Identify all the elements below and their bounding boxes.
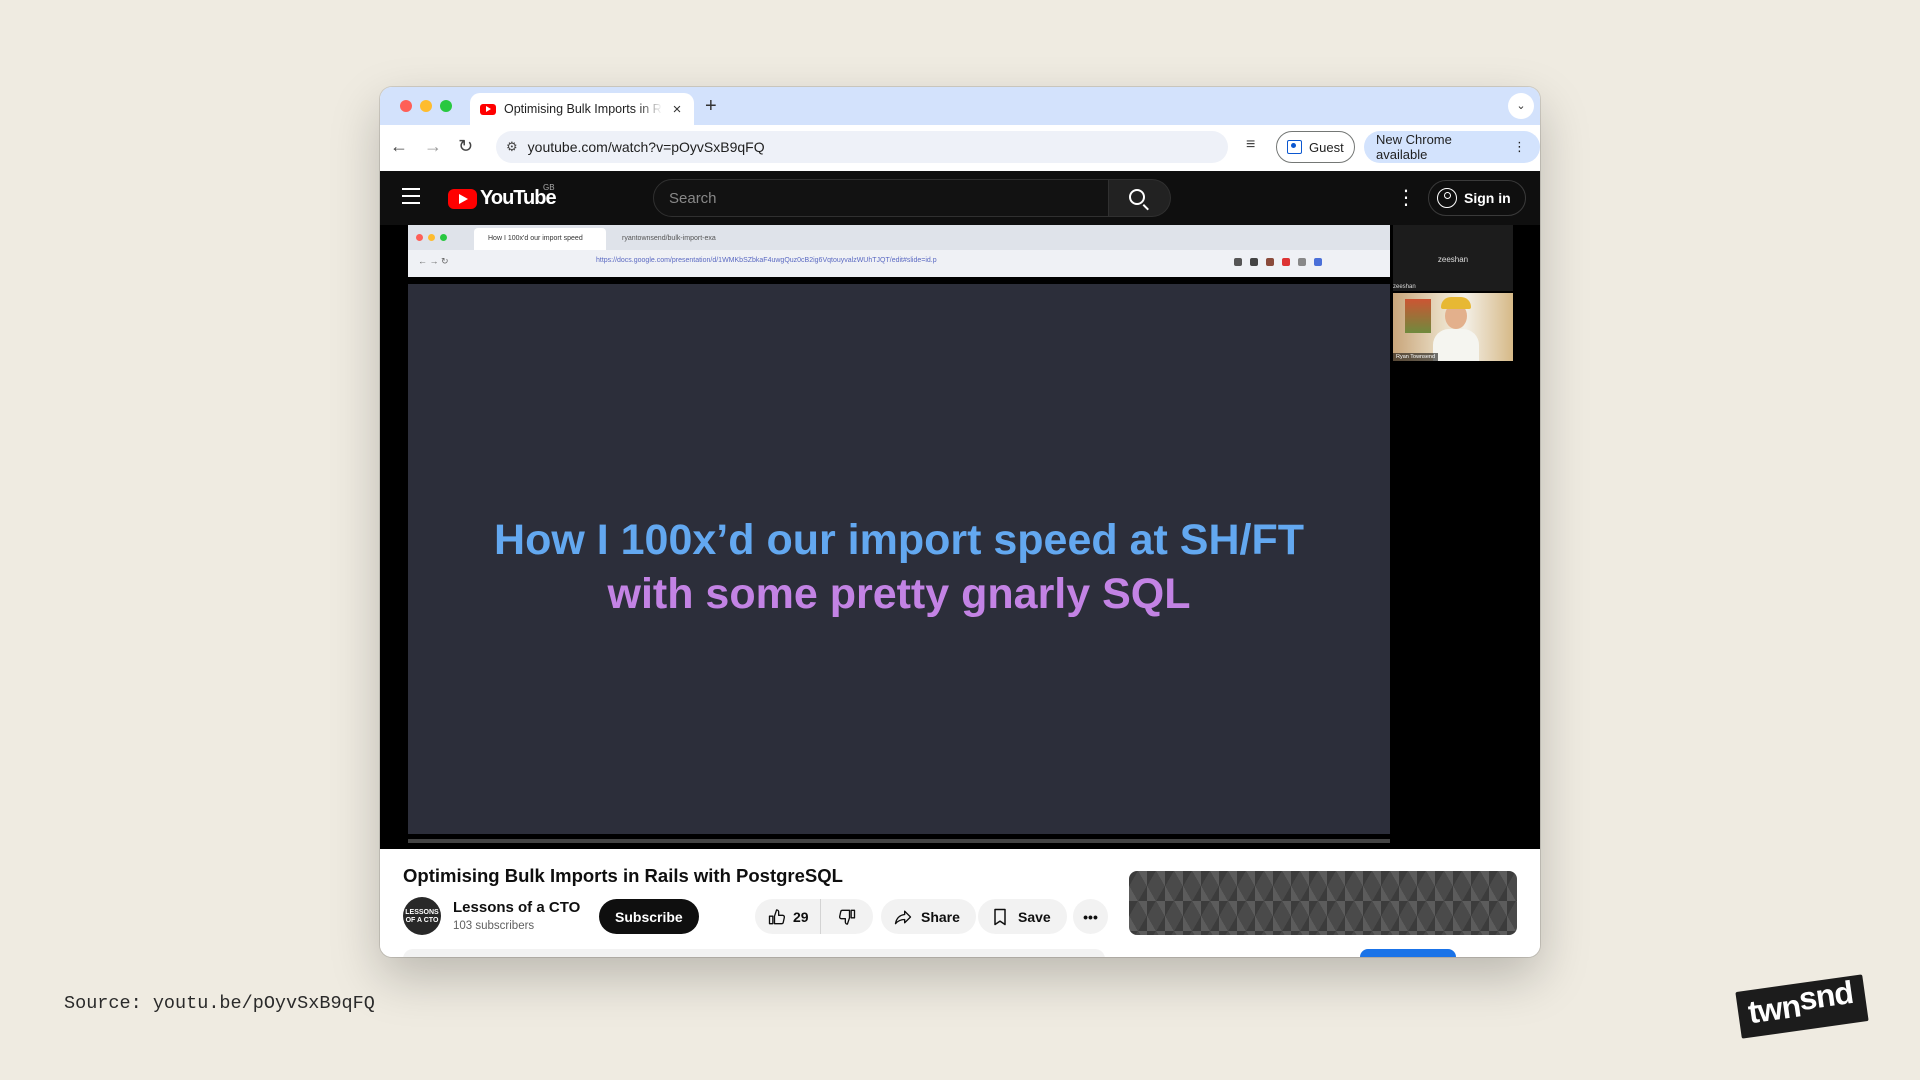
youtube-logo[interactable]: YouTube (448, 187, 557, 210)
recorded-url: https://docs.google.com/presentation/d/1… (596, 257, 937, 264)
recorded-minimize-dot (428, 234, 435, 241)
browser-toolbar: ← → ↻ ⚙ youtube.com/watch?v=pOyvSxB9qFQ … (380, 125, 1540, 171)
search-placeholder: Search (669, 189, 717, 207)
account-icon (1437, 188, 1457, 208)
presentation-slide: How I 100x’d our import speed at SH/FT w… (408, 284, 1390, 834)
webcam-poster (1405, 299, 1431, 333)
video-info: Optimising Bulk Imports in Rails with Po… (380, 849, 1540, 957)
tab-title: Optimising Bulk Imports in Rails with Po… (504, 102, 662, 116)
recorded-close-dot (416, 234, 423, 241)
search-button[interactable] (1109, 179, 1171, 217)
recorded-tab-strip: How I 100x'd our import speed ryantownse… (408, 225, 1390, 250)
forward-arrow-icon[interactable]: → (424, 136, 442, 157)
subscriber-count: 103 subscribers (453, 920, 535, 932)
guest-profile-button[interactable]: Guest (1276, 131, 1355, 163)
video-progress-bar[interactable] (408, 839, 1390, 843)
kebab-menu-icon: ⋮ (1513, 139, 1526, 154)
url-text: youtube.com/watch?v=pOyvSxB9qFQ (527, 139, 765, 155)
media-controls-icon[interactable]: ≡ (1246, 136, 1255, 154)
share-arrow-icon (894, 910, 912, 924)
webcam-person (1433, 329, 1479, 361)
settings-more-icon[interactable]: ⋮ (1396, 185, 1416, 210)
channel-avatar[interactable]: LESSONS OF A CTO (403, 897, 441, 935)
browser-window: Optimising Bulk Imports in Rails with Po… (380, 87, 1540, 957)
active-tab[interactable]: Optimising Bulk Imports in Rails with Po… (470, 93, 694, 125)
recorded-extension-icon (1234, 258, 1242, 266)
like-dislike-group: 29 (755, 899, 873, 934)
save-label: Save (1018, 908, 1051, 925)
slide-title-line1: How I 100x’d our import speed at SH/FT (494, 516, 1304, 564)
reload-icon[interactable]: ↻ (458, 136, 473, 157)
recorded-extension-icon (1250, 258, 1258, 266)
participant-name: zeeshan (1437, 255, 1469, 264)
back-arrow-icon[interactable]: ← (390, 136, 408, 157)
participant-label: zeeshan (1393, 284, 1416, 290)
recorded-extension-icon (1298, 258, 1306, 266)
sign-in-button[interactable]: Sign in (1428, 180, 1526, 216)
address-bar[interactable]: ⚙ youtube.com/watch?v=pOyvSxB9qFQ (496, 131, 1228, 163)
speaker-webcam: Ryan Townsend (1393, 293, 1513, 361)
region-code: GB (543, 183, 555, 192)
maximize-window-button[interactable] (440, 100, 452, 112)
youtube-header: YouTube GB Search ⋮ Sign in (380, 171, 1540, 225)
bookmark-icon (994, 908, 1006, 925)
participant-tile: zeeshan (1393, 225, 1513, 291)
description-box[interactable] (403, 949, 1105, 957)
subscribe-button[interactable]: Subscribe (599, 899, 699, 934)
thumbs-down-icon (838, 909, 856, 925)
search-icon (1129, 189, 1145, 205)
recorded-browser-chrome: How I 100x'd our import speed ryantownse… (408, 225, 1390, 277)
like-count: 29 (793, 908, 809, 925)
recorded-extension-icon (1314, 258, 1322, 266)
more-horizontal-icon: ••• (1083, 908, 1098, 925)
update-chrome-button[interactable]: New Chrome available ⋮ (1364, 131, 1540, 163)
thumbs-up-icon (768, 908, 786, 924)
recorded-extension-icon (1266, 258, 1274, 266)
video-title: Optimising Bulk Imports in Rails with Po… (403, 865, 843, 886)
slide-title-line2: with some pretty gnarly SQL (607, 570, 1191, 618)
hamburger-menu-icon[interactable] (402, 188, 420, 209)
webcam-name-label: Ryan Townsend (1393, 353, 1439, 361)
profile-icon (1287, 140, 1302, 154)
recorded-maximize-dot (440, 234, 447, 241)
youtube-favicon-icon (480, 103, 496, 115)
guest-label: Guest (1309, 139, 1344, 155)
update-label: New Chrome available (1376, 132, 1452, 162)
tab-search-button[interactable]: ⌄ (1508, 93, 1534, 119)
recorded-nav-icons: ← → ↻ (418, 256, 449, 266)
new-tab-button[interactable]: + (705, 95, 717, 118)
channel-name[interactable]: Lessons of a CTO (453, 899, 580, 916)
dislike-button[interactable] (821, 907, 857, 927)
webcam-hat (1441, 297, 1471, 309)
brand-text-part1: twn (1745, 987, 1803, 1031)
tab-close-icon[interactable]: × (670, 101, 684, 118)
source-caption: Source: youtu.be/pOyvSxB9qFQ (64, 993, 375, 1014)
recorded-extension-icon (1282, 258, 1290, 266)
share-label: Share (921, 908, 960, 925)
twnsnd-logo: twnsnd (1735, 974, 1869, 1039)
share-button[interactable]: Share (881, 899, 976, 934)
like-button[interactable]: 29 (755, 899, 821, 934)
search-input[interactable]: Search (653, 179, 1109, 217)
save-button[interactable]: Save (978, 899, 1067, 934)
site-settings-icon[interactable]: ⚙ (506, 139, 518, 155)
recommended-action-button[interactable] (1360, 949, 1456, 957)
video-player[interactable]: How I 100x'd our import speed ryantownse… (380, 225, 1540, 849)
close-window-button[interactable] (400, 100, 412, 112)
brand-text-part2: snd (1796, 974, 1855, 1018)
recommended-video-thumbnail[interactable] (1129, 871, 1517, 935)
recorded-tab-slides: How I 100x'd our import speed (474, 228, 606, 250)
tab-strip: Optimising Bulk Imports in Rails with Po… (380, 87, 1540, 125)
sign-in-label: Sign in (1464, 190, 1511, 206)
recorded-tab-github: ryantownsend/bulk-import-exa (622, 235, 716, 242)
minimize-window-button[interactable] (420, 100, 432, 112)
more-actions-button[interactable]: ••• (1073, 899, 1108, 934)
youtube-play-icon (448, 188, 477, 209)
